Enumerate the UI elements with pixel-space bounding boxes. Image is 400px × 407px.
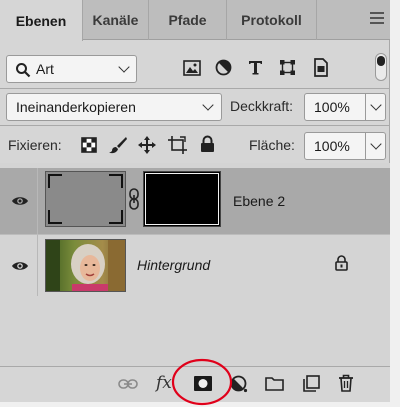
photo-thumbnail-image[interactable] xyxy=(45,239,126,292)
visibility-toggle[interactable] xyxy=(0,235,38,296)
new-layer-icon[interactable] xyxy=(303,375,320,392)
fill-value: 100% xyxy=(314,138,350,154)
mask-link-icon[interactable] xyxy=(128,188,140,210)
fill-field[interactable]: 100% xyxy=(304,132,386,160)
layer-row-hintergrund[interactable]: Hintergrund xyxy=(0,234,390,296)
visibility-toggle[interactable] xyxy=(0,168,38,234)
layer-mask-thumbnail[interactable] xyxy=(143,171,221,227)
lock-transparent-pixels-icon[interactable] xyxy=(81,137,97,153)
layer-thumbnail[interactable] xyxy=(45,171,126,227)
chevron-down-icon[interactable] xyxy=(370,99,382,111)
delete-layer-trash-icon[interactable] xyxy=(338,374,354,392)
opacity-label: Deckkraft: xyxy=(230,98,294,114)
blend-mode-value: Ineinanderkopieren xyxy=(16,99,136,115)
filter-toggle-switch[interactable] xyxy=(375,53,387,81)
lock-icon xyxy=(335,255,348,271)
panel-menu-icon[interactable] xyxy=(370,12,384,24)
divider xyxy=(0,88,390,89)
layer-name[interactable]: Ebene 2 xyxy=(233,193,285,209)
opacity-value: 100% xyxy=(314,99,350,115)
adjustment-layer-filter-icon[interactable] xyxy=(215,59,232,76)
lock-image-pixels-brush-icon[interactable] xyxy=(108,136,128,154)
tab-pfade[interactable]: Pfade xyxy=(149,0,227,40)
layer-row-ebene-2[interactable]: Ebene 2 xyxy=(0,168,390,234)
lock-all-icon[interactable] xyxy=(200,135,215,153)
tab-ebenen[interactable]: Ebenen xyxy=(0,0,83,41)
tab-protokoll[interactable]: Protokoll xyxy=(227,0,317,40)
layer-filter-kind-value: Art xyxy=(36,61,54,77)
lock-position-move-icon[interactable] xyxy=(138,136,156,154)
highlight-circle-annotation xyxy=(171,358,233,406)
smart-object-filter-icon[interactable] xyxy=(312,58,329,77)
eye-icon xyxy=(12,197,28,205)
pixel-layer-filter-icon[interactable] xyxy=(183,60,201,76)
layers-panel: Ebenen Kanäle Pfade Protokoll Art Ineina… xyxy=(0,0,390,402)
link-layers-icon[interactable] xyxy=(118,378,138,390)
shape-layer-filter-icon[interactable] xyxy=(279,59,296,76)
chevron-down-icon xyxy=(118,61,130,73)
chevron-down-icon xyxy=(202,99,214,111)
type-layer-filter-icon[interactable] xyxy=(247,59,264,76)
divider xyxy=(0,125,390,126)
blend-mode-select[interactable]: Ineinanderkopieren xyxy=(6,93,222,121)
search-icon xyxy=(16,63,31,78)
layers-list: Ebene 2 Hintergrund xyxy=(0,163,390,366)
new-group-folder-icon[interactable] xyxy=(265,376,284,391)
fill-label: Fläche: xyxy=(249,137,295,153)
chevron-down-icon[interactable] xyxy=(370,138,382,150)
layer-filter-kind-select[interactable]: Art xyxy=(6,55,137,83)
tab-kanaele[interactable]: Kanäle xyxy=(83,0,149,40)
panel-tab-bar: Ebenen Kanäle Pfade Protokoll xyxy=(0,0,390,41)
eye-icon xyxy=(12,262,28,270)
lock-artboard-icon[interactable] xyxy=(168,135,188,155)
opacity-field[interactable]: 100% xyxy=(304,93,386,121)
lock-label: Fixieren: xyxy=(8,137,62,153)
layer-name[interactable]: Hintergrund xyxy=(137,257,210,273)
